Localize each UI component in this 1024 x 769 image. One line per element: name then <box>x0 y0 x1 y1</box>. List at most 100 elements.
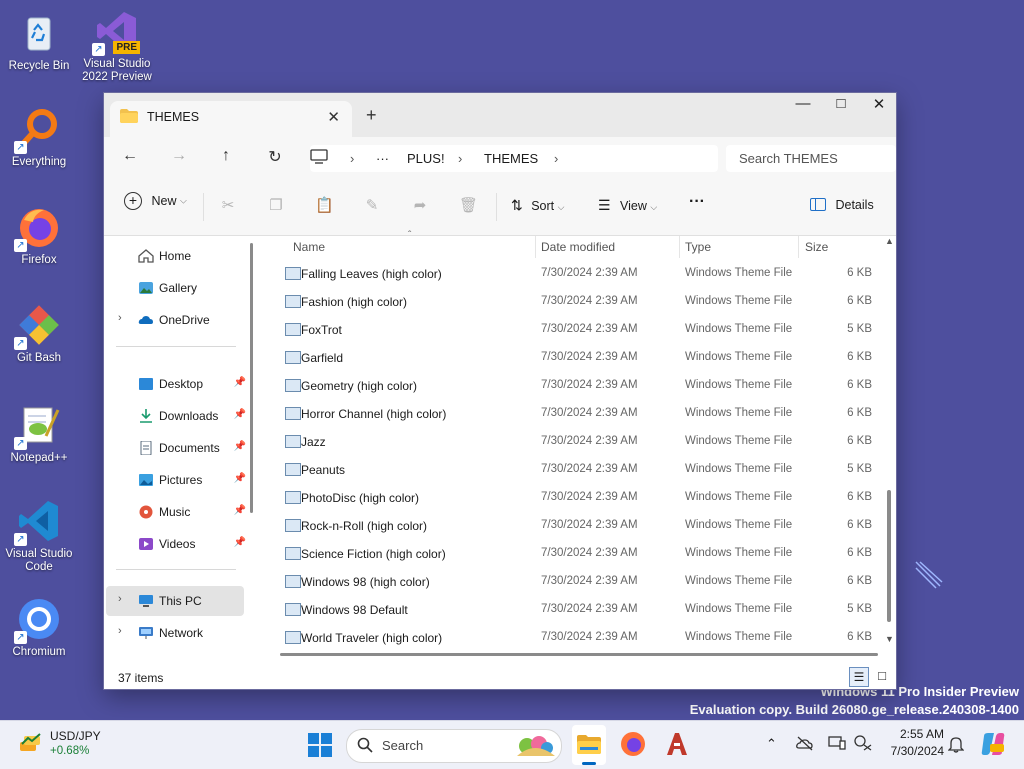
desktop-icon-git-bash[interactable]: ↗ Git Bash <box>2 302 76 365</box>
chevron-right-icon[interactable]: › <box>350 151 354 166</box>
chevron-right-icon[interactable]: › <box>118 312 122 324</box>
table-row[interactable]: World Traveler (high color) 7/30/2024 2:3… <box>280 623 878 651</box>
nav-pane-scrollbar[interactable] <box>250 243 253 513</box>
pin-icon[interactable]: 📌 <box>234 377 246 388</box>
table-row[interactable]: Garfield 7/30/2024 2:39 AM Windows Theme F… <box>280 343 878 371</box>
table-row[interactable]: FoxTrot 7/30/2024 2:39 AM Windows Theme Fi… <box>280 315 878 343</box>
more-options-button[interactable]: ··· <box>689 193 705 211</box>
table-row[interactable]: Geometry (high color) 7/30/2024 2:39 AM Wi… <box>280 371 878 399</box>
column-divider[interactable] <box>679 236 680 258</box>
sidebar-item-network[interactable]: › Network <box>106 618 244 648</box>
details-button[interactable]: Details <box>810 197 874 212</box>
table-row[interactable]: Science Fiction (high color) 7/30/2024 2:… <box>280 539 878 567</box>
new-button[interactable]: + New ⌵ <box>124 192 187 210</box>
vertical-scrollbar[interactable]: ▲ ▼ <box>884 236 896 646</box>
taskbar-search-box[interactable]: Search <box>346 729 562 763</box>
column-divider[interactable] <box>798 236 799 258</box>
taskbar-file-explorer[interactable] <box>572 725 606 765</box>
show-hidden-icons-icon[interactable]: ⌃ <box>766 736 777 752</box>
taskbar-app-icon[interactable] <box>664 731 690 760</box>
theme-file-icon <box>285 267 301 280</box>
horizontal-scrollbar[interactable] <box>280 653 878 656</box>
sidebar-item-videos[interactable]: Videos 📌 <box>106 529 246 559</box>
table-row[interactable]: Windows 98 (high color) 7/30/2024 2:39 AM… <box>280 567 878 595</box>
scroll-down-icon[interactable]: ▼ <box>885 634 894 644</box>
scrollbar-thumb[interactable] <box>887 490 891 622</box>
onedrive-offline-icon[interactable] <box>796 735 814 754</box>
desktop-icon-vscode[interactable]: ↗ Visual Studio Code <box>2 498 76 574</box>
close-window-icon[interactable]: ✕ <box>860 95 898 115</box>
share-icon[interactable]: ➦ <box>411 196 429 214</box>
copilot-preview-icon[interactable] <box>980 732 1006 759</box>
table-row[interactable]: Horror Channel (high color) 7/30/2024 2:3… <box>280 399 878 427</box>
desktop-icon-recycle-bin[interactable]: Recycle Bin <box>2 10 76 73</box>
close-tab-icon[interactable]: ✕ <box>327 108 340 126</box>
column-divider[interactable] <box>535 236 536 258</box>
pin-icon[interactable]: 📌 <box>234 537 246 548</box>
table-row[interactable]: Peanuts 7/30/2024 2:39 AM Windows Theme Fi… <box>280 455 878 483</box>
taskbar-firefox-icon[interactable] <box>620 731 646 760</box>
desktop-icon-visual-studio-preview[interactable]: PRE ↗ Visual Studio 2022 Preview <box>80 8 154 84</box>
widgets-button[interactable]: USD/JPY +0.68% <box>14 727 124 763</box>
refresh-icon[interactable]: ↻ <box>263 147 287 169</box>
sidebar-item-desktop[interactable]: Desktop 📌 <box>106 369 246 399</box>
sidebar-item-documents[interactable]: Documents 📌 <box>106 433 246 463</box>
sidebar-item-gallery[interactable]: Gallery <box>106 273 244 303</box>
network-status-icon[interactable] <box>854 735 872 754</box>
breadcrumb-overflow[interactable]: ··· <box>376 151 389 166</box>
notification-bell-icon[interactable] <box>947 735 965 756</box>
desktop-icon-firefox[interactable]: ↗ Firefox <box>2 204 76 267</box>
rename-icon[interactable]: ✎ <box>363 196 381 214</box>
new-tab-icon[interactable]: + <box>366 105 377 126</box>
desktop-icon-notepadpp[interactable]: ↗ Notepad++ <box>2 402 76 465</box>
table-row[interactable]: PhotoDisc (high color) 7/30/2024 2:39 AM W… <box>280 483 878 511</box>
chevron-right-icon[interactable]: › <box>458 151 462 166</box>
this-pc-crumb-icon[interactable] <box>310 149 328 168</box>
sidebar-item-home[interactable]: Home <box>106 241 244 271</box>
pin-icon[interactable]: 📌 <box>234 409 246 420</box>
table-row[interactable]: Jazz 7/30/2024 2:39 AM Windows Theme File 6… <box>280 427 878 455</box>
pin-icon[interactable]: 📌 <box>234 441 246 452</box>
sidebar-item-this-pc[interactable]: › This PC <box>106 586 244 616</box>
table-row[interactable]: Falling Leaves (high color) 7/30/2024 2:3… <box>280 259 878 287</box>
paste-icon[interactable]: 📋 <box>315 196 334 214</box>
table-row[interactable]: Windows 98 Default 7/30/2024 2:39 AM Windo… <box>280 595 878 623</box>
view-button[interactable]: ☰ View ⌵ <box>598 197 657 214</box>
pin-icon[interactable]: 📌 <box>234 505 246 516</box>
chevron-right-icon[interactable]: › <box>554 151 558 166</box>
breadcrumb[interactable]: › ··· PLUS! › THEMES › <box>310 145 718 172</box>
breadcrumb-item-themes[interactable]: THEMES <box>484 151 538 166</box>
desktop-icon-chromium[interactable]: ↗ Chromium <box>2 596 76 659</box>
minimize-icon[interactable]: — <box>784 95 822 115</box>
breadcrumb-item-plus[interactable]: PLUS! <box>407 151 445 166</box>
delete-icon[interactable]: 🗑 <box>459 196 478 214</box>
table-row[interactable]: Fashion (high color) 7/30/2024 2:39 AM Win… <box>280 287 878 315</box>
sidebar-item-onedrive[interactable]: › OneDrive <box>106 305 244 335</box>
tab-themes[interactable]: THEMES ✕ <box>110 101 352 137</box>
forward-icon[interactable]: → <box>167 147 191 169</box>
details-pane-icon <box>810 198 826 212</box>
chevron-right-icon[interactable]: › <box>118 625 122 637</box>
sidebar-item-pictures[interactable]: Pictures 📌 <box>106 465 246 495</box>
copy-icon[interactable]: ❐ <box>267 196 285 214</box>
back-icon[interactable]: ← <box>118 147 142 169</box>
search-input[interactable]: Search THEMES <box>726 145 896 172</box>
sort-button[interactable]: ⇅ Sort ⌵ <box>511 197 564 214</box>
sidebar-item-music[interactable]: Music 📌 <box>106 497 246 527</box>
pin-icon[interactable]: 📌 <box>234 473 246 484</box>
cut-icon[interactable]: ✂ <box>219 196 237 214</box>
tiles-view-icon[interactable]: □ <box>873 667 891 685</box>
up-icon[interactable]: ↑ <box>214 147 238 169</box>
clock[interactable]: 2:55 AM 7/30/2024 <box>880 727 944 758</box>
start-button-icon[interactable] <box>308 733 332 760</box>
file-date-modified: 7/30/2024 2:39 AM <box>541 519 638 531</box>
table-row[interactable]: Rock-n-Roll (high color) 7/30/2024 2:39 A… <box>280 511 878 539</box>
maximize-icon[interactable]: □ <box>822 95 860 115</box>
display-icon[interactable] <box>828 735 846 754</box>
scroll-up-icon[interactable]: ▲ <box>885 236 894 246</box>
chevron-right-icon[interactable]: › <box>118 593 122 605</box>
file-type: Windows Theme File <box>685 631 793 643</box>
details-view-icon[interactable]: ☰ <box>849 667 869 687</box>
desktop-icon-everything[interactable]: ↗ Everything <box>2 106 76 169</box>
sidebar-item-downloads[interactable]: Downloads 📌 <box>106 401 246 431</box>
